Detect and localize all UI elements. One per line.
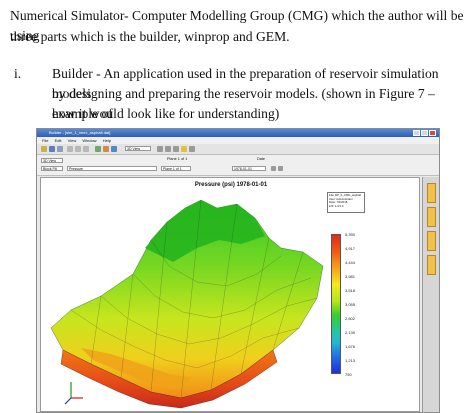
grid-icon — [95, 146, 101, 152]
minimize-icon — [413, 130, 420, 136]
probe-icon — [111, 146, 117, 152]
zoom-icon — [157, 146, 163, 152]
side-tab-rock-fluid — [427, 231, 436, 251]
toolbar: 3D View — [37, 144, 439, 155]
pressure-surface-3d — [50, 199, 324, 409]
legend-tick: 5,390 — [345, 232, 356, 237]
legend-tick: 750 — [345, 372, 352, 377]
window-titlebar: Builder - [sim_1_imex_asphalt.dat] — [37, 129, 439, 137]
side-tab-wells — [427, 255, 436, 275]
legend-tick: 3,518 — [345, 288, 356, 293]
cut-icon — [67, 146, 73, 152]
legend-tick: 3,055 — [345, 302, 356, 307]
view-mode-select: 3D View — [125, 146, 151, 151]
menu-view: View — [67, 138, 77, 143]
next-date-icon — [278, 166, 283, 171]
pressure-color-legend — [331, 234, 341, 374]
plane-label: Plane 1 of 1 — [167, 157, 188, 161]
copy-icon — [75, 146, 81, 152]
legend-tick: 2,139 — [345, 330, 356, 335]
prev-date-icon — [271, 166, 276, 171]
date-select: 1978-01-01 — [232, 166, 266, 171]
date-label: Date — [257, 157, 266, 161]
view-select: 3D View — [41, 158, 63, 163]
property-select: Pressure — [67, 166, 157, 171]
print-icon — [57, 146, 63, 152]
close-icon — [429, 130, 436, 136]
menu-file: File — [42, 138, 49, 143]
paste-icon — [83, 146, 89, 152]
intro-line-2: three parts which is the builder, winpro… — [10, 29, 290, 44]
list-item-line-3: how it would look like for understanding… — [52, 106, 280, 121]
fill-select: Block Fill — [41, 166, 63, 171]
legend-tick: 4,444 — [345, 260, 356, 265]
plot-area: Pressure (psi) 1978-01-01 File: RP_S_CMG… — [40, 177, 420, 412]
legend-tick: 4,917 — [345, 246, 356, 251]
menu-help: Help — [102, 138, 111, 143]
side-tab-components — [427, 207, 436, 227]
legend-tick: 1,213 — [345, 358, 356, 363]
property-controls: 3D View Block Fill Pressure Plane 1 of 1… — [37, 155, 439, 176]
window-title: Builder - [sim_1_imex_asphalt.dat] — [49, 130, 111, 135]
tool-icon — [181, 146, 187, 152]
pan-icon — [165, 146, 171, 152]
plane-select: Plane 1 of 1 — [161, 166, 191, 171]
menu-window: Window — [82, 138, 97, 143]
menu-bar: File Edit View Window Help — [37, 137, 439, 144]
arrow-icon — [189, 146, 195, 152]
rotate-icon — [173, 146, 179, 152]
legend-tick: 1,676 — [345, 344, 356, 349]
figure-builder-screenshot: Builder - [sim_1_imex_asphalt.dat] File … — [36, 128, 440, 413]
well-icon — [103, 146, 109, 152]
side-panel — [422, 177, 439, 412]
side-tab-reservoir — [427, 183, 436, 203]
legend-tick: 3,981 — [345, 274, 356, 279]
axes-triad-icon — [64, 382, 83, 405]
list-marker: i. — [14, 66, 22, 81]
save-icon — [49, 146, 55, 152]
maximize-icon — [421, 130, 428, 136]
menu-edit: Edit — [54, 138, 62, 143]
open-icon — [41, 146, 47, 152]
legend-tick: 2,602 — [345, 316, 356, 321]
